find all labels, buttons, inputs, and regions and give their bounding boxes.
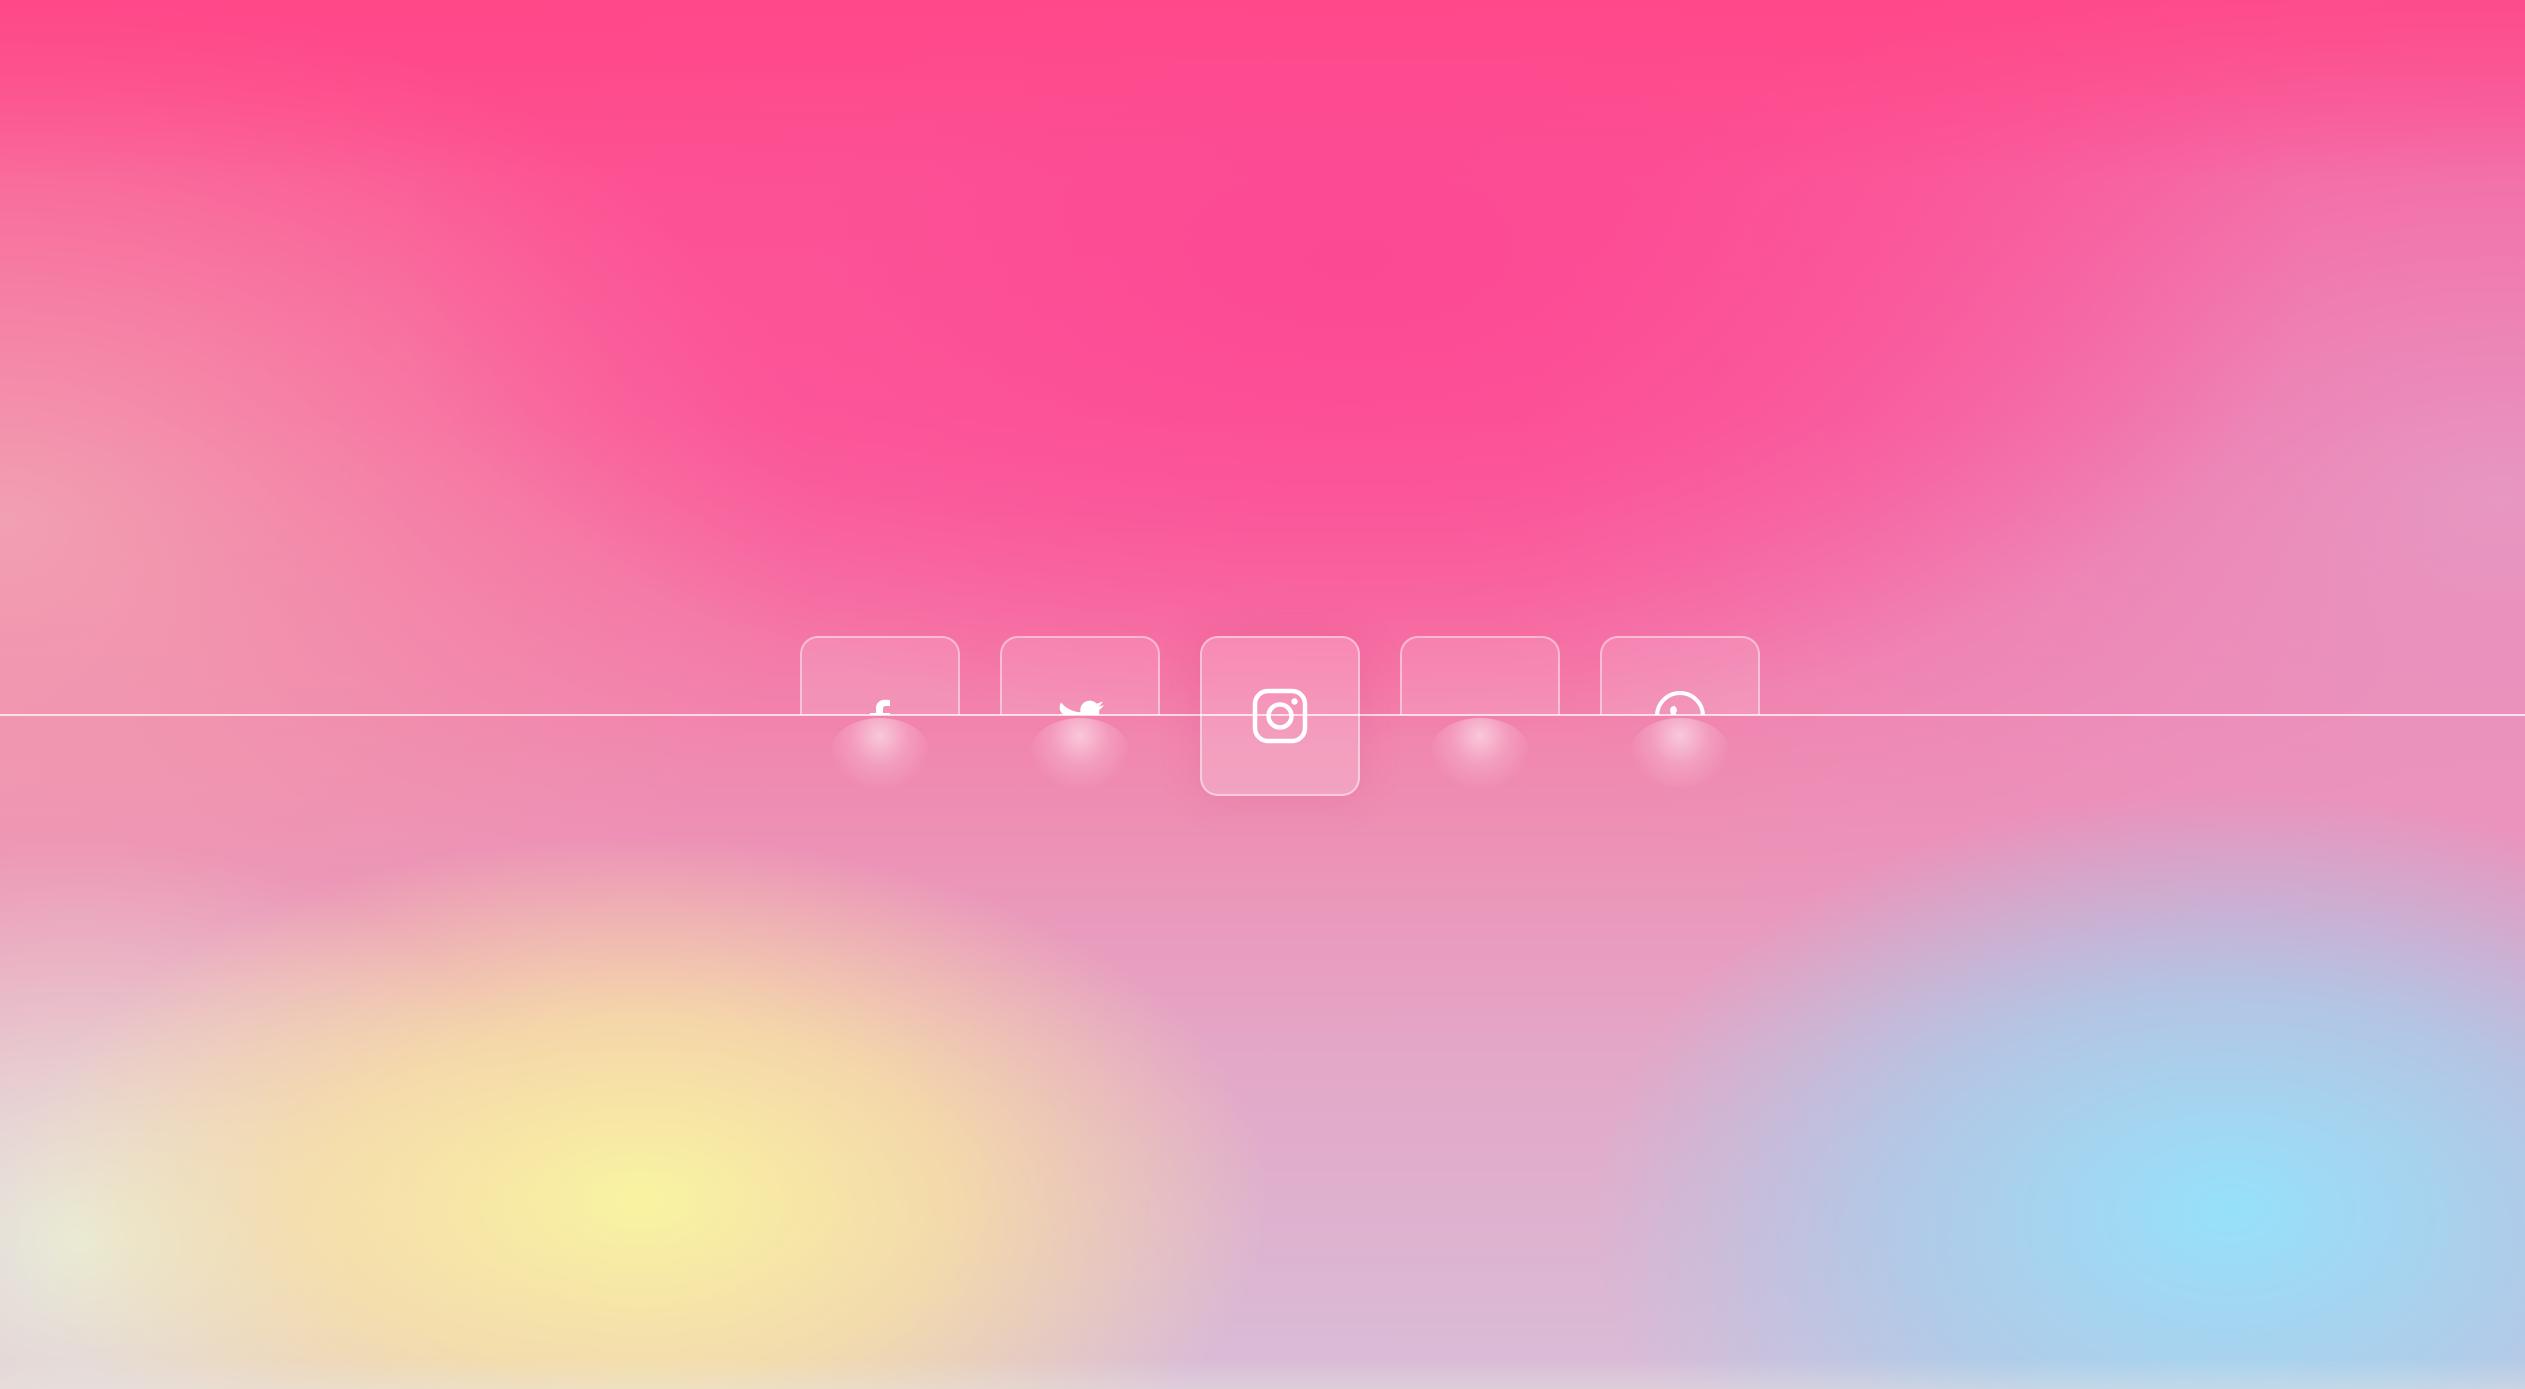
facebook-button[interactable] — [800, 636, 960, 715]
instagram-button[interactable] — [1200, 636, 1360, 796]
facebook-glow — [830, 718, 930, 788]
linkedin-button[interactable] — [1400, 636, 1560, 715]
whatsapp-glow — [1630, 718, 1730, 788]
twitter-tile-clip — [1000, 636, 1160, 715]
top-tint — [0, 0, 2525, 180]
facebook-icon — [870, 699, 890, 715]
social-item-linkedin[interactable] — [1400, 636, 1560, 796]
whatsapp-button[interactable] — [1600, 636, 1760, 715]
twitter-glow — [1030, 718, 1130, 788]
twitter-icon — [1059, 700, 1104, 715]
social-item-twitter[interactable] — [1000, 636, 1160, 796]
linkedin-icon — [1457, 714, 1461, 715]
facebook-tile-clip — [800, 636, 960, 715]
bottom-fade — [0, 1359, 2525, 1389]
instagram-icon — [1252, 688, 1308, 744]
social-item-whatsapp[interactable] — [1600, 636, 1760, 796]
linkedin-tile-clip — [1400, 636, 1560, 715]
social-item-facebook[interactable] — [800, 636, 960, 796]
whatsapp-icon — [1655, 691, 1705, 715]
page-background — [0, 0, 2525, 1389]
social-icon-bar — [800, 636, 1760, 796]
social-item-instagram[interactable] — [1200, 636, 1360, 796]
whatsapp-tile-clip — [1600, 636, 1760, 715]
twitter-button[interactable] — [1000, 636, 1160, 715]
linkedin-glow — [1430, 718, 1530, 788]
